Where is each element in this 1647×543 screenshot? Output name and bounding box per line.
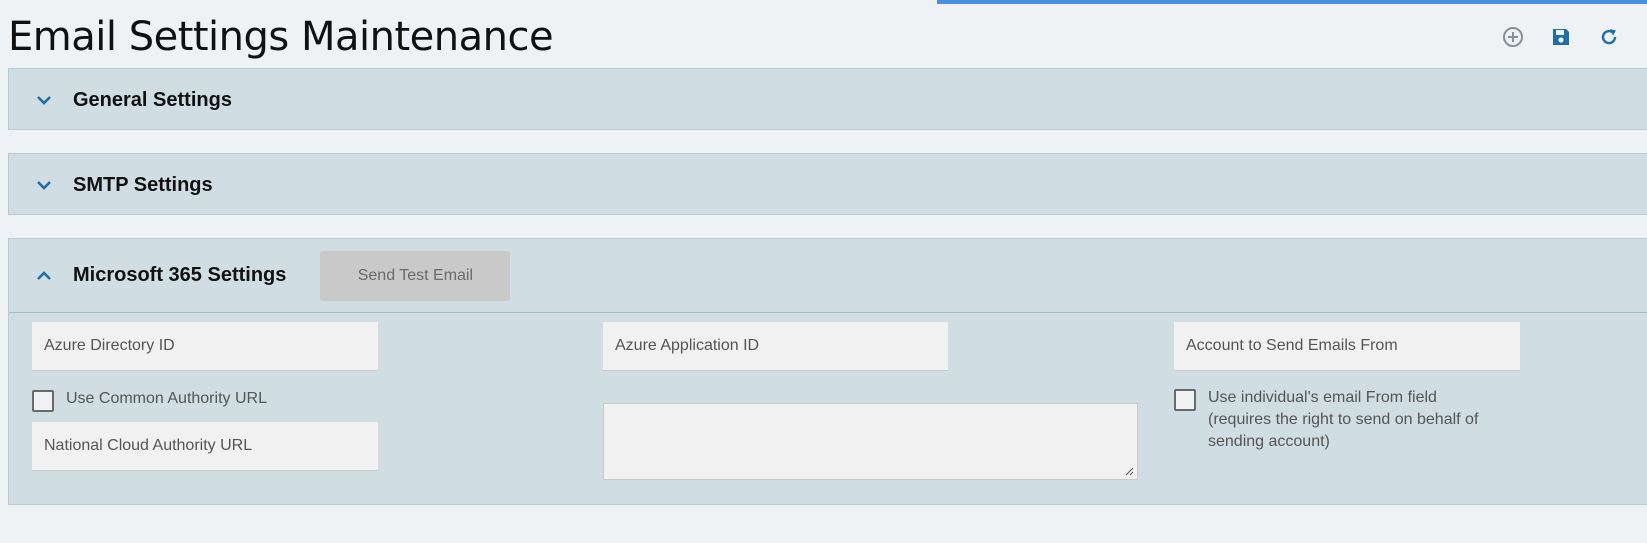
resize-grip-icon[interactable] (1125, 467, 1134, 476)
azure-application-id-input[interactable]: Azure Application ID (603, 322, 948, 371)
chevron-down-icon (33, 174, 55, 196)
use-individual-from-checkbox-row[interactable]: Use individual's email From field (requi… (1174, 389, 1478, 453)
use-individual-from-label: Use individual's email From field (requi… (1208, 387, 1478, 453)
chevron-down-icon (33, 89, 55, 111)
refresh-icon (1601, 29, 1617, 45)
use-common-authority-label: Use Common Authority URL (66, 390, 267, 407)
use-individual-from-label-line2: (requires the right to send on behalf of (1208, 411, 1479, 428)
save-button[interactable] (1548, 24, 1574, 50)
general-settings-panel: General Settings (8, 68, 1647, 130)
use-individual-from-checkbox[interactable] (1174, 389, 1196, 411)
use-common-authority-checkbox-row[interactable]: Use Common Authority URL (32, 390, 267, 412)
azure-directory-id-input[interactable]: Azure Directory ID (32, 322, 378, 371)
floppy-disk-icon (1553, 29, 1569, 45)
general-settings-title: General Settings (73, 88, 232, 111)
notes-textarea[interactable] (603, 403, 1138, 480)
use-individual-from-label-line1: Use individual's email From field (1208, 389, 1437, 406)
plus-circle-icon (1503, 27, 1523, 47)
general-settings-header[interactable]: General Settings (9, 69, 1647, 131)
use-common-authority-checkbox[interactable] (32, 390, 54, 412)
ms365-settings-header[interactable]: Microsoft 365 Settings Send Test Email (9, 239, 1647, 313)
send-test-email-button[interactable]: Send Test Email (320, 250, 511, 301)
ms365-settings-title: Microsoft 365 Settings (73, 264, 287, 286)
national-cloud-url-input[interactable]: National Cloud Authority URL (32, 422, 378, 471)
smtp-settings-panel: SMTP Settings (8, 153, 1647, 215)
smtp-settings-header[interactable]: SMTP Settings (9, 154, 1647, 216)
refresh-button[interactable] (1596, 24, 1622, 50)
loading-progress-bar (937, 0, 1647, 4)
smtp-settings-title: SMTP Settings (73, 173, 213, 196)
page-title: Email Settings Maintenance (8, 14, 554, 60)
chevron-up-icon (33, 265, 55, 287)
toolbar (1500, 24, 1622, 50)
add-button[interactable] (1500, 24, 1526, 50)
use-individual-from-label-line3: sending account) (1208, 433, 1330, 450)
account-from-input[interactable]: Account to Send Emails From (1174, 322, 1520, 371)
